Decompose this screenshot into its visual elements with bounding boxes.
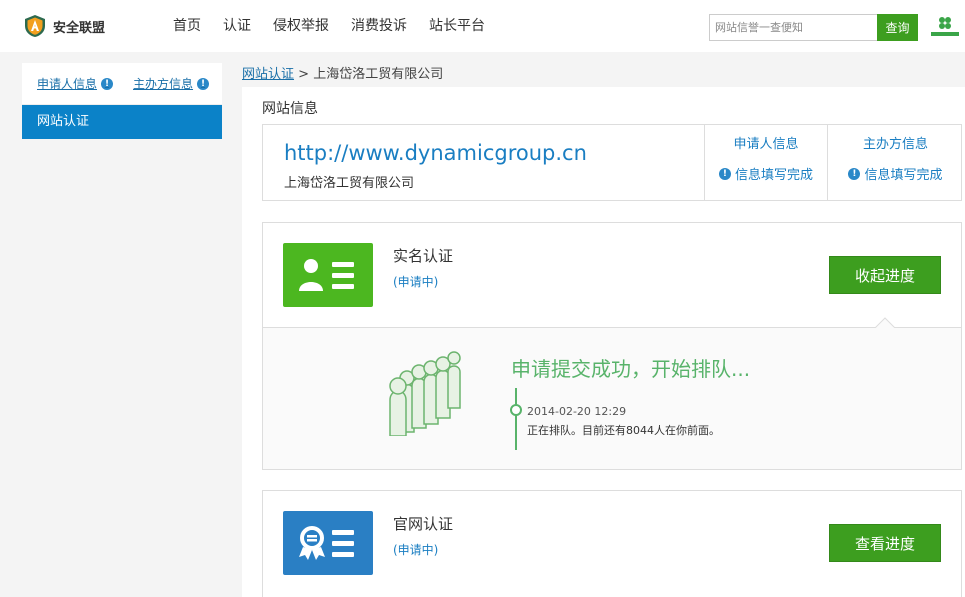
shield-logo-icon bbox=[25, 15, 45, 37]
collapse-progress-button[interactable]: 收起进度 bbox=[829, 256, 941, 294]
organizer-info-column: 主办方信息 ! 信息填写完成 bbox=[827, 125, 963, 200]
card-status: (申请中) bbox=[393, 543, 439, 557]
timeline-dot bbox=[510, 404, 522, 416]
sidebar-tab-label: 申请人信息 bbox=[37, 77, 98, 91]
progress-time: 2014-02-20 12:29 bbox=[527, 405, 627, 418]
organizer-info-link[interactable]: 主办方信息 bbox=[828, 133, 963, 152]
nav-home[interactable]: 首页 bbox=[173, 15, 201, 35]
site-logo[interactable]: 安全联盟 bbox=[23, 14, 105, 38]
applicant-info-column: 申请人信息 ! 信息填写完成 bbox=[704, 125, 827, 200]
sidebar: 申请人信息 ! 主办方信息 ! 网站认证 bbox=[22, 63, 222, 139]
nav-certification[interactable]: 认证 bbox=[223, 15, 251, 35]
site-company: 上海岱洛工贸有限公司 bbox=[284, 176, 415, 191]
breadcrumb-link[interactable]: 网站认证 bbox=[242, 67, 294, 82]
card-status: (申请中) bbox=[393, 275, 439, 289]
view-progress-button[interactable]: 查看进度 bbox=[829, 524, 941, 562]
top-header: 安全联盟 首页 认证 侵权举报 消费投诉 站长平台 查询 bbox=[0, 0, 965, 52]
info-icon: ! bbox=[718, 167, 731, 180]
caret-up-icon bbox=[875, 317, 895, 328]
organizer-status: ! 信息填写完成 bbox=[828, 164, 963, 183]
breadcrumb: 网站认证 > 上海岱洛工贸有限公司 bbox=[242, 63, 443, 82]
progress-panel: 申请提交成功，开始排队... 2014-02-20 12:29 正在排队。目前还… bbox=[263, 328, 961, 469]
badge-icon bbox=[283, 511, 373, 575]
sidebar-item-site-certification[interactable]: 网站认证 bbox=[22, 105, 222, 139]
info-icon: ! bbox=[848, 167, 861, 180]
nav-webmaster-platform[interactable]: 站长平台 bbox=[429, 15, 485, 35]
official-site-certification-card: 官网认证 (申请中) 查看进度 bbox=[262, 490, 962, 597]
section-title: 网站信息 bbox=[262, 101, 318, 117]
applicant-info-link[interactable]: 申请人信息 bbox=[705, 133, 827, 152]
nav-consumer-complaint[interactable]: 消费投诉 bbox=[351, 15, 407, 35]
site-info-box: http://www.dynamicgroup.cn 上海岱洛工贸有限公司 申请… bbox=[262, 124, 962, 201]
partner-logo-icon bbox=[931, 17, 959, 36]
id-card-icon bbox=[283, 243, 373, 307]
sidebar-tab-label: 主办方信息 bbox=[133, 77, 194, 91]
sidebar-tabs: 申请人信息 ! 主办方信息 ! bbox=[22, 63, 222, 105]
applicant-status: ! 信息填写完成 bbox=[705, 164, 827, 183]
search-button[interactable]: 查询 bbox=[877, 14, 918, 41]
logo-text: 安全联盟 bbox=[53, 20, 106, 36]
organizer-status-text: 信息填写完成 bbox=[864, 168, 943, 183]
main-nav: 首页 认证 侵权举报 消费投诉 站长平台 bbox=[173, 15, 507, 35]
sidebar-tab-applicant[interactable]: 申请人信息 ! bbox=[37, 75, 114, 92]
sidebar-tab-organizer[interactable]: 主办方信息 ! bbox=[133, 75, 210, 92]
search-input[interactable] bbox=[709, 14, 877, 41]
info-icon: ! bbox=[197, 77, 210, 90]
card-title: 实名认证 bbox=[393, 247, 454, 265]
search-bar: 查询 bbox=[709, 14, 918, 41]
breadcrumb-separator: > bbox=[298, 67, 310, 82]
progress-message: 正在排队。目前还有8044人在你前面。 bbox=[527, 424, 720, 437]
breadcrumb-current: 上海岱洛工贸有限公司 bbox=[313, 67, 444, 82]
queue-people-icon bbox=[389, 351, 461, 436]
card-title: 官网认证 bbox=[393, 515, 454, 533]
site-url[interactable]: http://www.dynamicgroup.cn bbox=[284, 141, 587, 165]
progress-title: 申请提交成功，开始排队... bbox=[511, 357, 751, 381]
info-icon: ! bbox=[101, 77, 114, 90]
main-panel: 网站信息 http://www.dynamicgroup.cn 上海岱洛工贸有限… bbox=[242, 87, 965, 597]
nav-infringement-report[interactable]: 侵权举报 bbox=[273, 15, 329, 35]
applicant-status-text: 信息填写完成 bbox=[734, 168, 813, 183]
realname-certification-card: 实名认证 (申请中) 收起进度 申请提交成功，开始排队... 2014-02-2… bbox=[262, 222, 962, 470]
timeline-line bbox=[515, 388, 517, 450]
